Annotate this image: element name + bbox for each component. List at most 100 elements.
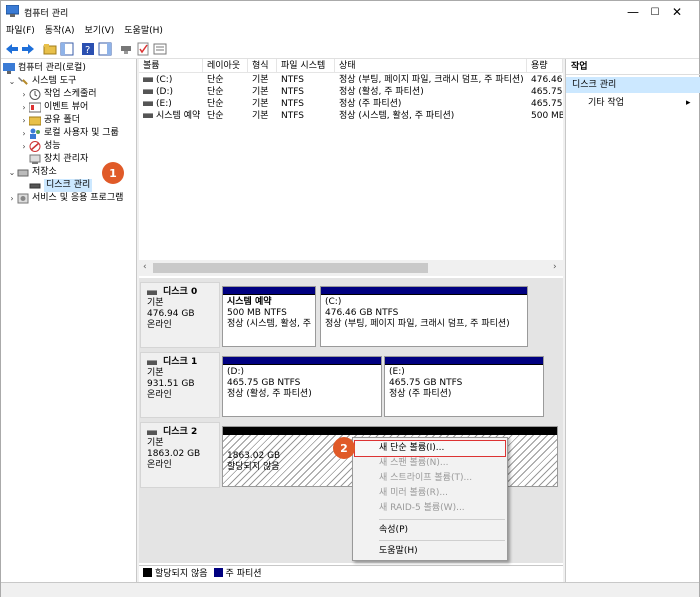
tree-item-local-users-groups[interactable]: › 로컬 사용자 및 그룹 xyxy=(19,127,119,140)
status-bar xyxy=(1,582,699,597)
close-button[interactable]: ✕ xyxy=(655,1,699,23)
check-icon[interactable] xyxy=(136,42,150,56)
menu-bar: 파일(F) 동작(A) 보기(V) 도움말(H) xyxy=(1,23,699,39)
volume-row[interactable]: (C:) 단순 기본 NTFS 정상 (부팅, 페이지 파일, 크래시 덤프, … xyxy=(139,74,563,86)
system-tools-icon xyxy=(18,77,28,85)
disk-management-icon xyxy=(29,183,41,189)
context-menu: 새 단순 볼륨(I)... 새 스팬 볼륨(N)... 새 스트라이프 볼륨(T… xyxy=(352,437,508,561)
back-arrow-icon[interactable] xyxy=(5,42,19,56)
forward-arrow-icon[interactable] xyxy=(21,42,35,56)
menu-file[interactable]: 파일(F) xyxy=(1,23,40,39)
collapsed-chevron-icon[interactable]: › xyxy=(19,101,29,114)
collapsed-chevron-icon[interactable]: › xyxy=(7,192,17,205)
volume-row[interactable]: (E:) 단순 기본 NTFS 정상 (주 파티션) 465.75 xyxy=(139,98,563,110)
column-header-type[interactable]: 형식 xyxy=(248,59,277,73)
tree-item-computer-management[interactable]: 컴퓨터 관리(로컬) xyxy=(3,62,86,75)
menu-separator xyxy=(379,519,505,520)
partition-system-reserved[interactable]: 시스템 예약 500 MB NTFS 정상 (시스템, 활성, 주 xyxy=(222,286,316,347)
collapsed-chevron-icon[interactable]: › xyxy=(19,127,29,140)
step-badge-2: 2 xyxy=(333,437,355,459)
drive-icon xyxy=(143,89,153,94)
action-disk-management[interactable]: 디스크 관리 xyxy=(566,77,700,93)
action-more-actions[interactable]: 기타 작업 ▸ xyxy=(566,95,700,111)
menu-view[interactable]: 보기(V) xyxy=(80,23,120,39)
connect-icon[interactable] xyxy=(119,42,133,56)
actions-pane: 작업 디스크 관리 기타 작업 ▸ xyxy=(565,59,700,582)
volume-row[interactable]: 시스템 예약 단순 기본 NTFS 정상 (시스템, 활성, 주 파티션) 50… xyxy=(139,110,563,122)
column-header-capacity[interactable]: 용량 xyxy=(527,59,563,73)
help-icon[interactable]: ? xyxy=(81,42,95,56)
event-viewer-icon xyxy=(29,102,41,113)
volume-list-header: 볼륨 레이아웃 형식 파일 시스템 상태 용량 xyxy=(139,59,563,73)
collapsed-chevron-icon[interactable]: › xyxy=(19,88,29,101)
expanded-chevron-icon[interactable]: ⌄ xyxy=(7,75,17,88)
drive-icon xyxy=(143,101,153,106)
window-title: 컴퓨터 관리 xyxy=(24,9,69,19)
disk-2-label[interactable]: 디스크 2 기본 1863.02 GB 온라인 xyxy=(140,422,220,488)
tree-item-system-tools[interactable]: ⌄ 시스템 도구 xyxy=(7,75,77,88)
unallocated-swatch xyxy=(143,568,152,577)
partition-d[interactable]: (D:) 465.75 GB NTFS 정상 (활성, 주 파티션) xyxy=(222,356,382,417)
menu-properties[interactable]: 속성(P) xyxy=(355,523,505,538)
submenu-arrow-icon: ▸ xyxy=(686,98,691,108)
tree-item-services-applications[interactable]: › 서비스 및 응용 프로그램 xyxy=(7,192,123,205)
users-icon xyxy=(30,128,40,139)
tree-item-disk-management[interactable]: 디스크 관리 xyxy=(29,179,93,192)
menu-help[interactable]: 도움말(H) xyxy=(119,23,168,39)
disk-0-label[interactable]: 디스크 0 기본 476.94 GB 온라인 xyxy=(140,282,220,348)
title-bar: 컴퓨터 관리 — ☐ ✕ xyxy=(1,1,699,23)
tree-item-storage[interactable]: ⌄ 저장소 xyxy=(7,166,57,179)
collapsed-chevron-icon[interactable]: › xyxy=(19,140,29,153)
column-header-status[interactable]: 상태 xyxy=(335,59,527,73)
menu-action[interactable]: 동작(A) xyxy=(40,23,80,39)
services-icon xyxy=(17,193,29,204)
computer-management-window: 컴퓨터 관리 — ☐ ✕ 파일(F) 동작(A) 보기(V) 도움말(H) ? … xyxy=(0,0,700,597)
disk-1-label[interactable]: 디스크 1 기본 931.51 GB 온라인 xyxy=(140,352,220,418)
computer-management-icon xyxy=(6,5,19,17)
collapsed-chevron-icon[interactable]: › xyxy=(19,114,29,127)
legend-unallocated: 할당되지 않음 xyxy=(155,569,208,579)
tree-item-performance[interactable]: › 성능 xyxy=(19,140,61,153)
partition-e[interactable]: (E:) 465.75 GB NTFS 정상 (주 파티션) xyxy=(384,356,544,417)
column-header-volume[interactable]: 볼륨 xyxy=(139,59,203,73)
properties-icon[interactable] xyxy=(153,42,167,56)
scroll-right-icon[interactable]: › xyxy=(553,262,557,272)
performance-icon xyxy=(29,141,41,152)
menu-new-simple-volume[interactable]: 새 단순 볼륨(I)... xyxy=(354,440,506,457)
column-header-file-system[interactable]: 파일 시스템 xyxy=(277,59,335,73)
column-header-layout[interactable]: 레이아웃 xyxy=(203,59,248,73)
drive-icon xyxy=(143,113,153,118)
tree-item-event-viewer[interactable]: › 이벤트 뷰어 xyxy=(19,101,88,114)
step-badge-1: 1 xyxy=(102,162,124,184)
storage-icon xyxy=(17,169,29,177)
tree-item-shared-folders[interactable]: › 공유 폴더 xyxy=(19,114,80,127)
svg-text:?: ? xyxy=(85,45,90,56)
menu-new-spanned-volume: 새 스팬 볼륨(N)... xyxy=(379,458,449,468)
tree-item-device-manager[interactable]: 장치 관리자 xyxy=(29,153,88,166)
disk-icon xyxy=(147,360,157,365)
toolbar: ? xyxy=(1,39,699,59)
menu-new-mirrored-volume: 새 미러 볼륨(R)... xyxy=(379,488,448,498)
menu-new-raid5-volume: 새 RAID-5 볼륨(W)... xyxy=(379,503,465,513)
scroll-left-icon[interactable]: ‹ xyxy=(143,262,147,272)
disk-icon xyxy=(147,430,157,435)
show-hide-tree-icon[interactable] xyxy=(60,42,74,56)
scrollbar-thumb[interactable] xyxy=(153,263,428,273)
expanded-chevron-icon[interactable]: ⌄ xyxy=(7,166,17,179)
menu-separator xyxy=(379,540,505,541)
shared-folder-icon xyxy=(29,116,41,126)
actions-header: 작업 xyxy=(566,59,700,75)
clock-icon xyxy=(29,89,41,100)
up-folder-icon[interactable] xyxy=(43,42,57,56)
navigation-tree: 컴퓨터 관리(로컬) ⌄ 시스템 도구 › 작업 스케줄러 › 이벤트 뷰어 ›… xyxy=(1,59,137,582)
horizontal-scrollbar[interactable]: ‹ › xyxy=(139,260,563,276)
tree-item-task-scheduler[interactable]: › 작업 스케줄러 xyxy=(19,88,97,101)
disk-icon xyxy=(147,290,157,295)
menu-help[interactable]: 도움말(H) xyxy=(355,544,505,559)
primary-swatch xyxy=(213,568,223,577)
drive-icon xyxy=(143,77,153,82)
partition-c[interactable]: (C:) 476.46 GB NTFS 정상 (부팅, 페이지 파일, 크래시 … xyxy=(320,286,528,347)
volume-row[interactable]: (D:) 단순 기본 NTFS 정상 (활성, 주 파티션) 465.75 xyxy=(139,86,563,98)
disk-legend: 할당되지 않음 주 파티션 xyxy=(139,565,563,579)
show-hide-action-pane-icon[interactable] xyxy=(98,42,112,56)
